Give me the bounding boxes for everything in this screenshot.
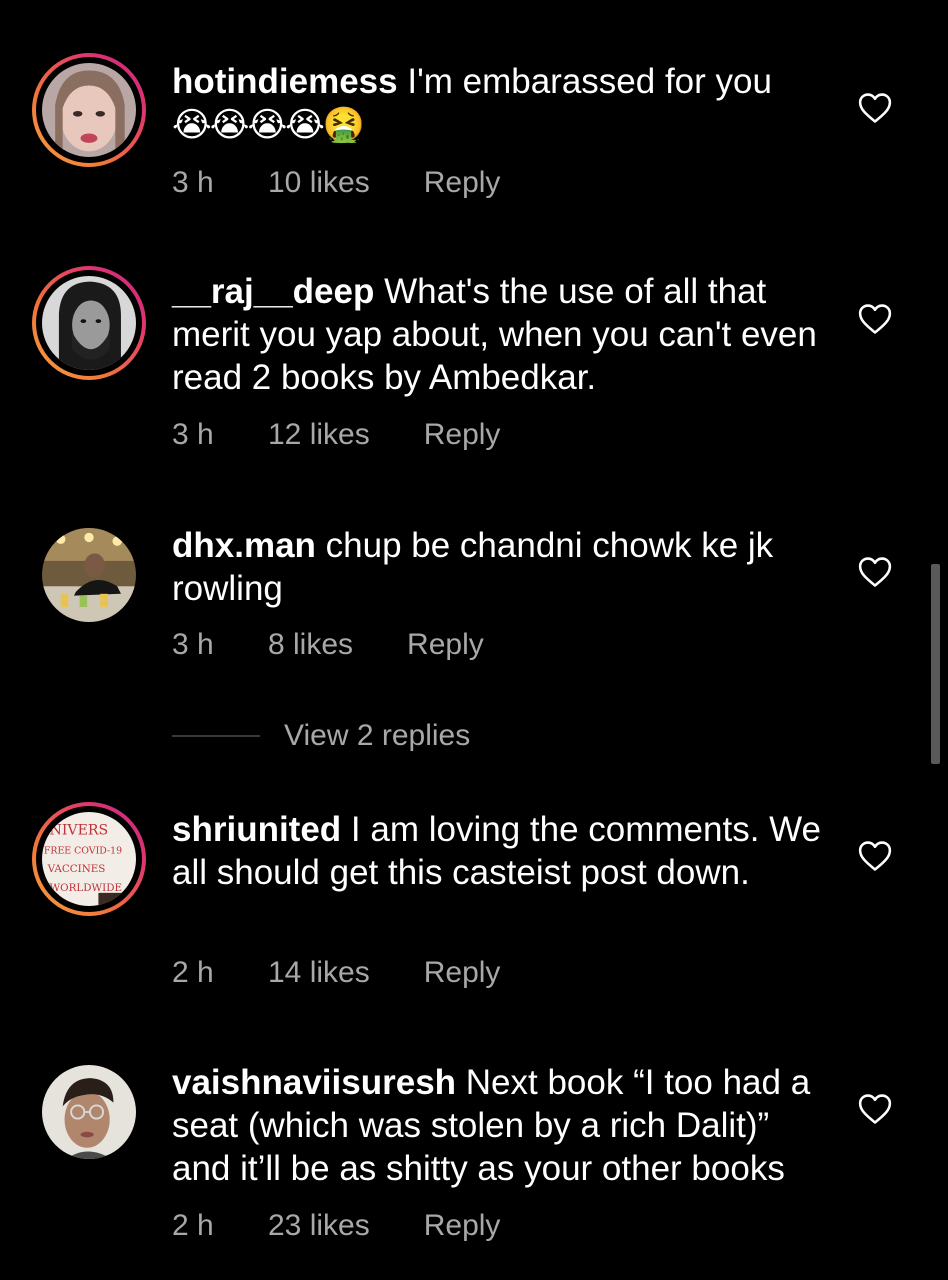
heart-outline-icon[interactable] xyxy=(858,1093,892,1125)
comment-likes[interactable]: 10 likes xyxy=(268,166,370,200)
reply-button[interactable]: Reply xyxy=(424,418,501,452)
comment-time: 2 h xyxy=(172,956,214,989)
comment-meta: 3 h 12 likes Reply xyxy=(172,418,500,452)
comment-username[interactable]: __raj__deep xyxy=(172,272,374,311)
comment-meta: 2 h 23 likes Reply xyxy=(172,1209,500,1243)
avatar-sign-line: NIVERS xyxy=(50,823,109,839)
comment-body: I'm embarassed for you xyxy=(407,62,772,101)
comment-likes[interactable]: 12 likes xyxy=(268,418,370,452)
avatar[interactable] xyxy=(32,518,146,632)
heart-outline-icon[interactable] xyxy=(858,840,892,872)
avatar-sign-line: WORLDWIDE xyxy=(50,882,123,894)
comment-username[interactable]: vaishnaviisuresh xyxy=(172,1063,456,1102)
comment-time: 3 h xyxy=(172,628,214,661)
avatar[interactable]: NIVERS FREE COVID-19 VACCINES WORLDWIDE xyxy=(32,802,146,916)
avatar-image xyxy=(42,276,136,370)
heart-outline-icon[interactable] xyxy=(858,556,892,588)
scrollbar[interactable] xyxy=(931,564,940,764)
avatar-image xyxy=(42,528,136,622)
comment-text: __raj__deep What's the use of all that m… xyxy=(172,270,832,399)
comment-time: 3 h xyxy=(172,166,214,199)
comment-emojis: 😭😭😭😭🤮 xyxy=(172,105,365,145)
avatar[interactable] xyxy=(32,1055,146,1169)
comment-meta: 3 h 10 likes Reply xyxy=(172,166,500,200)
comment-text: dhx.man chup be chandni chowk ke jk rowl… xyxy=(172,524,832,610)
reply-button[interactable]: Reply xyxy=(424,956,501,990)
view-replies-divider xyxy=(172,735,260,737)
reply-button[interactable]: Reply xyxy=(407,628,484,662)
reply-button[interactable]: Reply xyxy=(424,1209,501,1243)
view-replies-button[interactable]: View 2 replies xyxy=(172,716,470,756)
comment-username[interactable]: shriunited xyxy=(172,810,341,849)
avatar[interactable] xyxy=(32,53,146,167)
avatar-image xyxy=(42,63,136,157)
comment-username[interactable]: dhx.man xyxy=(172,526,316,565)
avatar-sign-line: FREE COVID-19 xyxy=(44,845,122,856)
comment-likes[interactable]: 14 likes xyxy=(268,956,370,990)
comment-likes[interactable]: 8 likes xyxy=(268,628,353,662)
comment-username[interactable]: hotindiemess xyxy=(172,62,398,101)
heart-outline-icon[interactable] xyxy=(858,92,892,124)
avatar[interactable] xyxy=(32,266,146,380)
reply-button[interactable]: Reply xyxy=(424,166,501,200)
comment-meta: 2 h 14 likes Reply xyxy=(172,956,500,990)
comment-text: shriunited I am loving the comments. We … xyxy=(172,808,832,894)
heart-outline-icon[interactable] xyxy=(858,303,892,335)
comment-time: 3 h xyxy=(172,418,214,451)
avatar-sign-line: VACCINES xyxy=(47,863,106,875)
comment-text: hotindiemess I'm embarassed for you 😭😭😭😭… xyxy=(172,60,832,147)
avatar-image xyxy=(42,1065,136,1159)
comment-text: vaishnaviisuresh Next book “I too had a … xyxy=(172,1061,832,1190)
comment-meta: 3 h 8 likes Reply xyxy=(172,628,484,662)
comment-time: 2 h xyxy=(172,1209,214,1242)
view-replies-label: View 2 replies xyxy=(284,719,471,752)
avatar-image: NIVERS FREE COVID-19 VACCINES WORLDWIDE xyxy=(42,812,136,906)
comment-likes[interactable]: 23 likes xyxy=(268,1209,370,1243)
previous-comment-fragment xyxy=(330,0,490,6)
